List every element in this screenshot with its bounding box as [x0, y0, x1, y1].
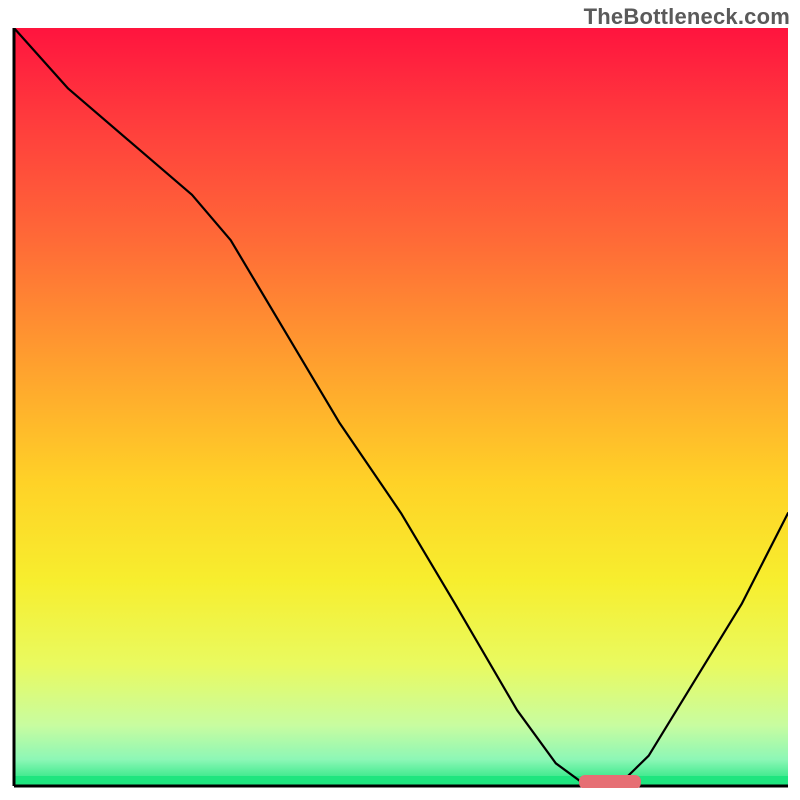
optimal-marker: [579, 775, 641, 788]
plot-area: [12, 28, 788, 788]
watermark-text: TheBottleneck.com: [584, 4, 790, 30]
chart-container: TheBottleneck.com: [0, 0, 800, 800]
chart-svg: [12, 28, 788, 788]
